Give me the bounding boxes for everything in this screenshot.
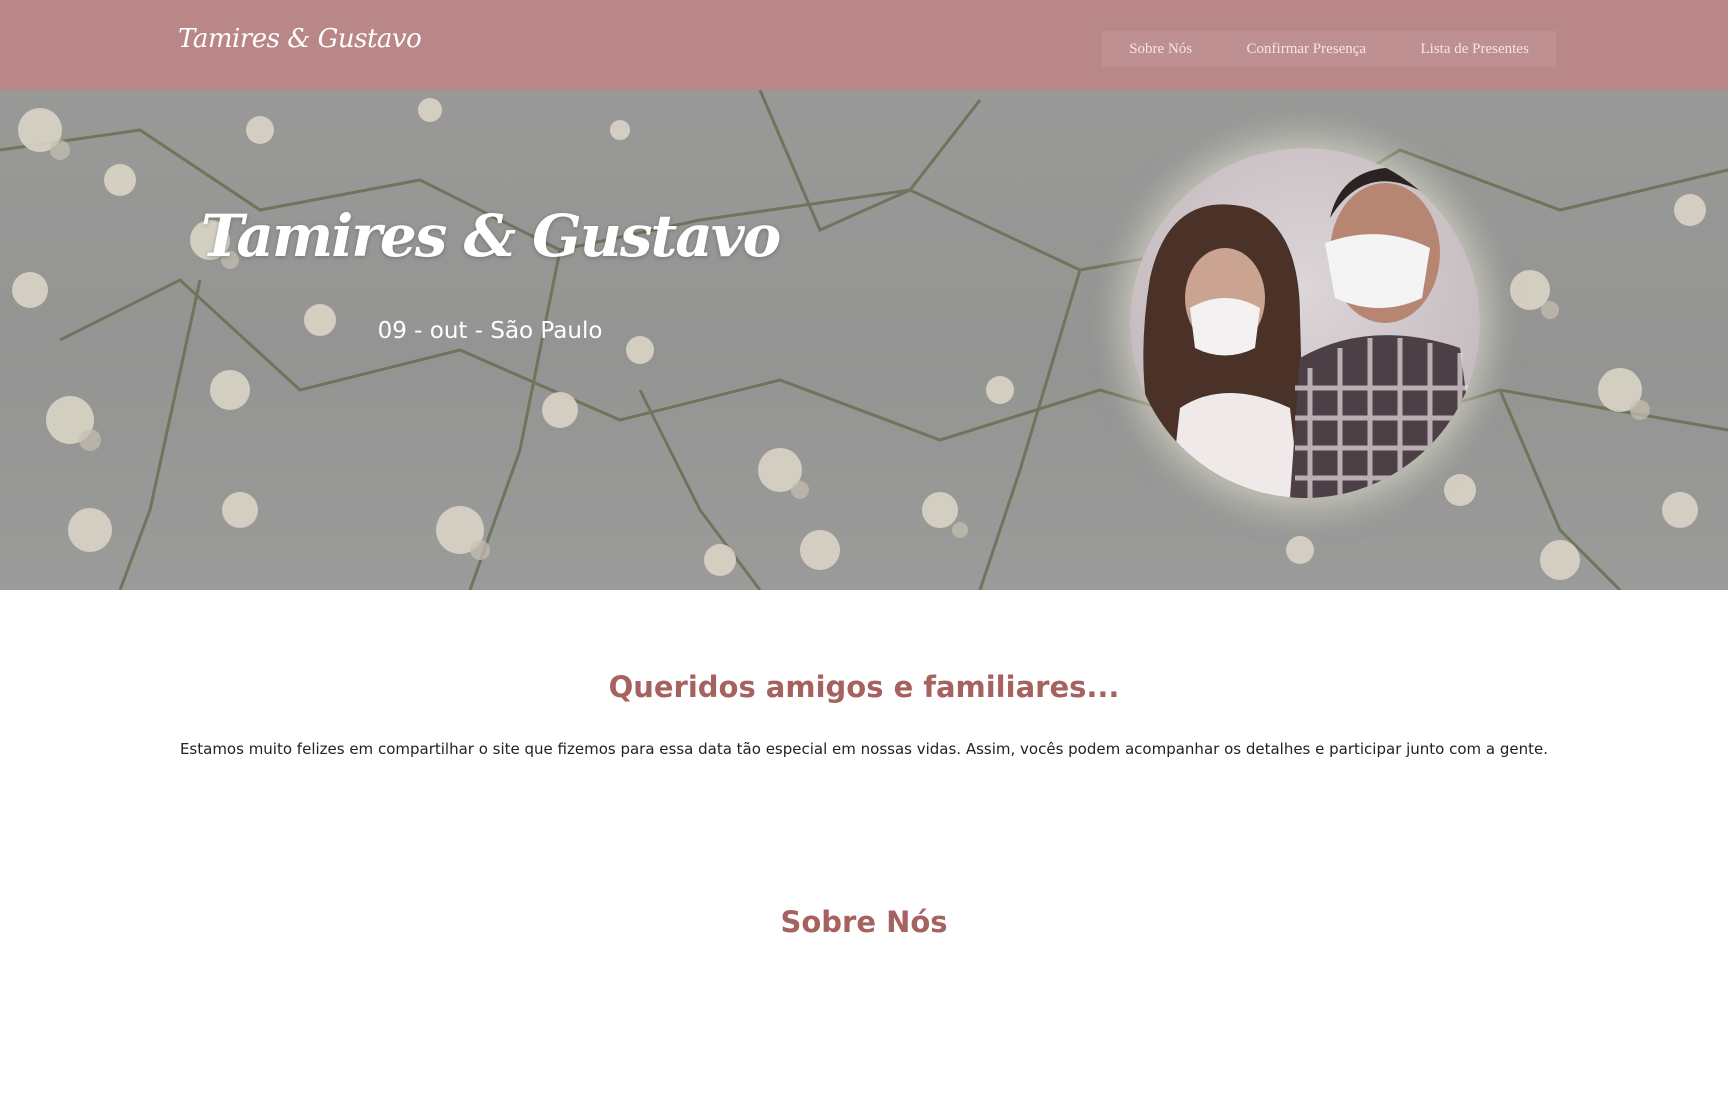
nav-link-lista-de-presentes[interactable]: Lista de Presentes: [1420, 41, 1528, 58]
couple-photo-image: [1143, 168, 1480, 498]
nav-link-confirmar-presenca[interactable]: Confirmar Presença: [1247, 41, 1367, 58]
nav-link-sobre-nos[interactable]: Sobre Nós: [1129, 41, 1192, 58]
intro-title: Queridos amigos e familiares...: [608, 670, 1120, 704]
couple-photo: [1130, 148, 1480, 498]
nav-menu: Sobre Nós Confirmar Presença Lista de Pr…: [1102, 31, 1556, 67]
hero-title: Tamires & Gustavo: [200, 202, 782, 270]
navbar: Tamires & Gustavo Sobre Nós Confirmar Pr…: [0, 0, 1728, 90]
hero-banner: Tamires & Gustavo 09 - out - São Paulo: [0, 90, 1728, 590]
about-title: Sobre Nós: [780, 905, 948, 939]
brand-logo[interactable]: Tamires & Gustavo: [178, 24, 422, 54]
intro-text: Estamos muito felizes em compartilhar o …: [179, 740, 1549, 758]
hero-date-location: 09 - out - São Paulo: [377, 318, 603, 344]
